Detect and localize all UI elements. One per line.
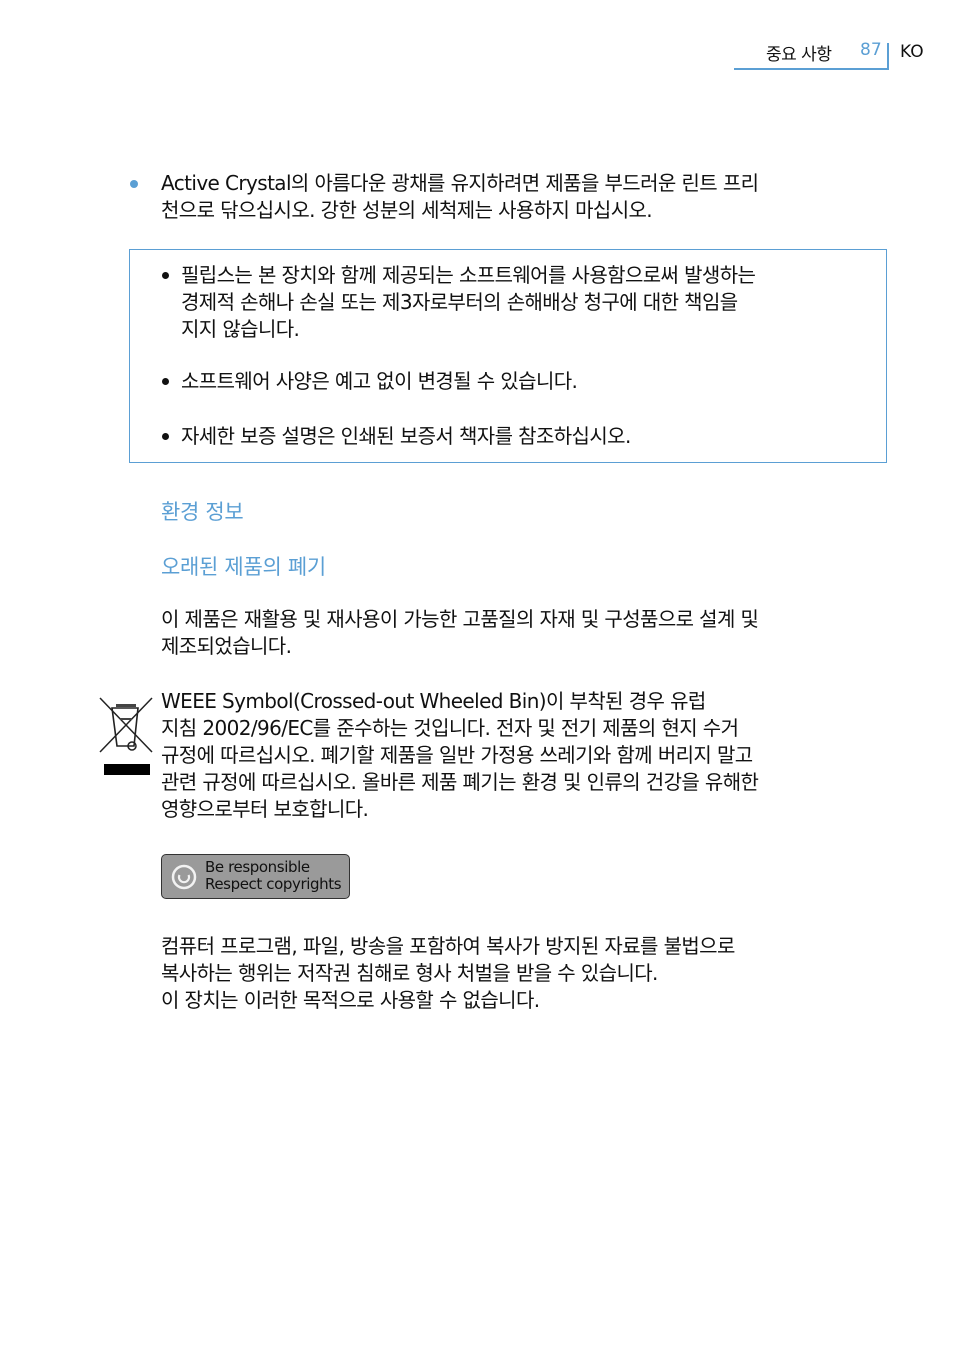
text-line: 복사하는 행위는 저작권 침해로 형사 처벌을 받을 수 있습니다. xyxy=(161,961,658,985)
care-text: Active Crystal의 아름다운 광채를 유지하려면 제품을 부드러운 … xyxy=(161,170,759,224)
badge-line: Respect copyrights xyxy=(205,875,342,893)
text-line: 지지 않습니다. xyxy=(181,317,300,341)
text-line: 제조되었습니다. xyxy=(161,634,292,658)
respect-copyrights-badge: Be responsible Respect copyrights xyxy=(161,854,350,899)
text-line: 경제적 손해나 손실 또는 제3자로부터의 손해배상 청구에 대한 책임을 xyxy=(181,290,738,314)
language-code: KO xyxy=(900,42,924,62)
text-line: 컴퓨터 프로그램, 파일, 방송을 포함하여 복사가 방지된 자료를 불법으로 xyxy=(161,934,735,958)
disposal-subheading: 오래된 제품의 폐기 xyxy=(161,555,326,579)
disclaimer-item: 필립스는 본 장치와 함께 제공되는 소프트웨어를 사용함으로써 발생하는 경제… xyxy=(162,262,756,343)
text-line: 소프트웨어 사양은 예고 없이 변경될 수 있습니다. xyxy=(181,369,578,393)
text-line: 관련 규정에 따르십시오. 올바른 제품 폐기는 환경 및 인류의 건강을 유해… xyxy=(161,770,759,794)
bullet-icon xyxy=(130,180,138,188)
text-line: 이 제품은 재활용 및 재사용이 가능한 고품질의 자재 및 구성품으로 설계 … xyxy=(161,607,759,631)
disclaimer-item: 자세한 보증 설명은 인쇄된 보증서 책자를 참조하십시오. xyxy=(162,423,631,450)
text-line: 이 장치는 이러한 목적으로 사용할 수 없습니다. xyxy=(161,988,540,1012)
bullet-icon xyxy=(162,433,169,440)
weee-paragraph: WEEE Symbol(Crossed-out Wheeled Bin)이 부착… xyxy=(161,688,759,823)
disclaimer-box: 필립스는 본 장치와 함께 제공되는 소프트웨어를 사용함으로써 발생하는 경제… xyxy=(129,249,887,463)
copyright-paragraph: 컴퓨터 프로그램, 파일, 방송을 포함하여 복사가 방지된 자료를 불법으로 … xyxy=(161,933,735,1014)
text-line: 필립스는 본 장치와 함께 제공되는 소프트웨어를 사용함으로써 발생하는 xyxy=(181,263,756,287)
disclaimer-item: 소프트웨어 사양은 예고 없이 변경될 수 있습니다. xyxy=(162,368,578,395)
bullet-icon xyxy=(162,272,169,279)
page-number: 87 xyxy=(860,40,882,60)
text-line: 천으로 닦으십시오. 강한 성분의 세척제는 사용하지 마십시오. xyxy=(161,198,653,222)
text-line: WEEE Symbol(Crossed-out Wheeled Bin)이 부착… xyxy=(161,689,706,713)
recycle-paragraph: 이 제품은 재활용 및 재사용이 가능한 고품질의 자재 및 구성품으로 설계 … xyxy=(161,606,759,660)
header-divider-vertical xyxy=(887,43,889,69)
header-divider-horizontal xyxy=(734,68,889,70)
power-circle-icon xyxy=(171,864,197,890)
text-line: 규정에 따르십시오. 폐기할 제품을 일반 가정용 쓰레기와 함께 버리지 말고 xyxy=(161,743,753,767)
bullet-icon xyxy=(162,378,169,385)
badge-text: Be responsible Respect copyrights xyxy=(205,858,342,893)
crossed-out-wheeled-bin-icon xyxy=(99,697,153,775)
text-line: 자세한 보증 설명은 인쇄된 보증서 책자를 참조하십시오. xyxy=(181,424,631,448)
environment-heading: 환경 정보 xyxy=(161,500,244,524)
section-title: 중요 사항 xyxy=(766,45,832,65)
text-line: Active Crystal의 아름다운 광채를 유지하려면 제품을 부드러운 … xyxy=(161,171,759,195)
text-line: 영향으로부터 보호합니다. xyxy=(161,797,369,821)
badge-line: Be responsible xyxy=(205,858,310,876)
text-line: 지침 2002/96/EC를 준수하는 것입니다. 전자 및 전기 제품의 현지… xyxy=(161,716,739,740)
